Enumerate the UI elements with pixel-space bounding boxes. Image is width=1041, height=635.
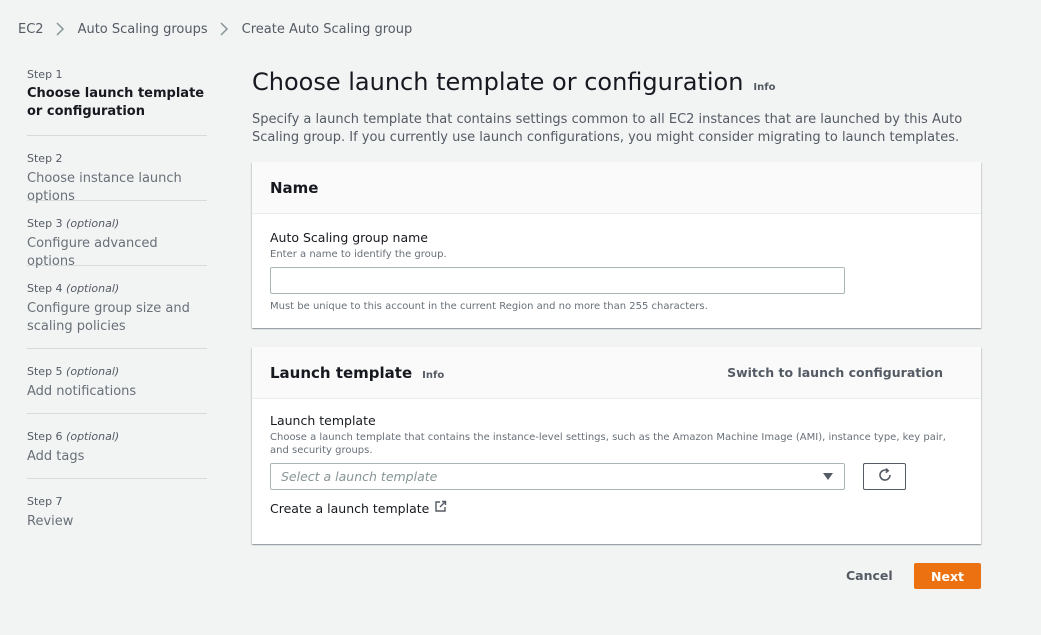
step-title: Choose launch template or configuration	[27, 86, 205, 119]
switch-to-launch-configuration-button[interactable]: Switch to launch configuration	[727, 365, 943, 380]
info-link[interactable]: Info	[753, 82, 775, 93]
refresh-icon	[877, 467, 893, 487]
auto-scaling-group-name-input[interactable]	[270, 267, 845, 294]
step-number: Step 1	[27, 68, 63, 81]
external-link-icon	[429, 500, 447, 516]
field-label: Launch template	[270, 413, 376, 428]
field-constraint: Must be unique to this account in the cu…	[270, 301, 708, 312]
name-panel: Name Auto Scaling group name Enter a nam…	[252, 162, 981, 328]
step-title: Add tags	[27, 449, 85, 464]
chevron-right-icon	[214, 21, 236, 37]
create-launch-template-link[interactable]: Create a launch template	[270, 500, 963, 516]
step-title: Add notifications	[27, 384, 137, 399]
breadcrumb-current: Create Auto Scaling group	[241, 21, 413, 37]
select-row: Select a launch template	[270, 463, 963, 490]
refresh-button[interactable]	[863, 463, 906, 490]
wizard-steps: Step 1 Choose launch template or configu…	[27, 68, 207, 529]
step-4[interactable]: Step 4 (optional) Configure group size a…	[27, 266, 207, 349]
step-number: Step 4 (optional)	[27, 282, 120, 295]
breadcrumb-auto-scaling-groups[interactable]: Auto Scaling groups	[78, 22, 208, 37]
caret-down-icon	[822, 467, 834, 486]
field-description: Choose a launch template that contains t…	[270, 432, 946, 456]
panel-title-text: Launch template	[270, 363, 413, 382]
step-7[interactable]: Step 7 Review	[27, 479, 207, 529]
select-placeholder: Select a launch template	[281, 469, 438, 484]
step-number: Step 5 (optional)	[27, 365, 120, 378]
page-description: Specify a launch template that contains …	[252, 112, 963, 145]
step-number: Step 6 (optional)	[27, 430, 120, 443]
step-title: Configure group size and scaling policie…	[27, 301, 190, 334]
panel-title: Name	[270, 178, 319, 197]
page-title: Choose launch template or configuration …	[252, 68, 775, 96]
panel-body: Auto Scaling group name Enter a name to …	[252, 214, 981, 328]
panel-body: Launch template Choose a launch template…	[252, 399, 981, 530]
step-number: Step 7	[27, 495, 63, 508]
panel-header: Name	[252, 162, 981, 214]
launch-template-panel: Launch template Info Switch to launch co…	[252, 347, 981, 544]
panel-title: Launch template Info	[270, 364, 444, 382]
breadcrumb-ec2[interactable]: EC2	[18, 22, 44, 37]
info-link[interactable]: Info	[422, 370, 444, 381]
panel-header: Launch template Info Switch to launch co…	[252, 347, 981, 399]
field-description: Enter a name to identify the group.	[270, 249, 447, 260]
step-2[interactable]: Step 2 Choose instance launch options	[27, 136, 207, 204]
cancel-button[interactable]: Cancel	[846, 568, 893, 583]
field-label: Auto Scaling group name	[270, 230, 428, 245]
step-number: Step 2	[27, 152, 63, 165]
step-6[interactable]: Step 6 (optional) Add tags	[27, 414, 207, 479]
next-button[interactable]: Next	[914, 563, 981, 589]
step-title: Review	[27, 514, 74, 529]
step-5[interactable]: Step 5 (optional) Add notifications	[27, 349, 207, 414]
step-3[interactable]: Step 3 (optional) Configure advanced opt…	[27, 201, 207, 269]
chevron-right-icon	[50, 21, 72, 37]
step-1: Step 1 Choose launch template or configu…	[27, 68, 207, 136]
page-title-text: Choose launch template or configuration	[252, 68, 744, 96]
launch-template-select[interactable]: Select a launch template	[270, 463, 845, 490]
create-link-label: Create a launch template	[270, 500, 430, 516]
breadcrumb: EC2 Auto Scaling groups Create Auto Scal…	[18, 21, 412, 37]
step-number: Step 3 (optional)	[27, 217, 120, 230]
